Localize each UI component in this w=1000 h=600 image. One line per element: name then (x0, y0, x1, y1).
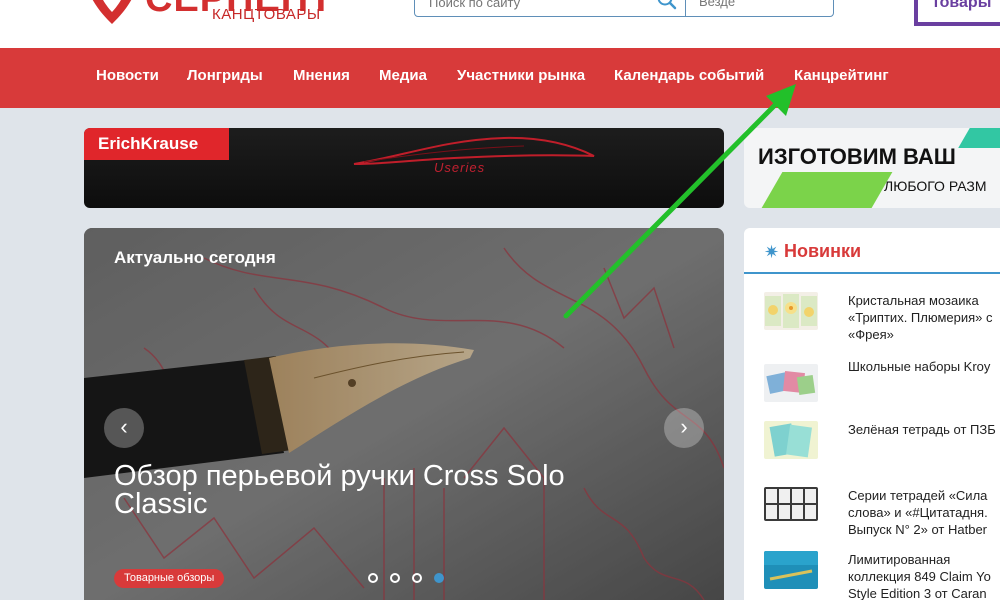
search-divider (685, 0, 686, 16)
nav-item-events-calendar[interactable]: Календарь событий (614, 67, 764, 84)
site-header: СЕРПЕНТ КАНЦТОВАРЫ Везде ▼ товары (0, 0, 1000, 48)
nav-item-media[interactable]: Медиа (379, 67, 427, 84)
ad-subtitle: ЛЮБОГО РАЗМ (884, 178, 987, 194)
news-item[interactable]: Лимитированная коллекция 849 Claim Yo St… (744, 551, 1000, 600)
news-item-title: Школьные наборы Kroy (848, 359, 991, 374)
thumb-green-notebook (764, 421, 818, 459)
news-item[interactable]: Школьные наборы Kroy (744, 358, 1000, 418)
ad-decor-shape (958, 128, 1000, 148)
search-input[interactable] (429, 0, 639, 15)
news-item-title: Серии тетрадей «Сила слова» и «#Цитатадн… (848, 488, 988, 537)
search-icon (657, 0, 677, 10)
chevron-right-icon: › (680, 414, 688, 439)
slider-dot[interactable] (368, 573, 378, 583)
slider-next-button[interactable]: › (664, 408, 704, 448)
ad-decor-shape (761, 172, 893, 208)
featured-slider[interactable]: Актуально сегодня ‹ › Обзор перьевой руч… (84, 228, 724, 600)
new-products-sidebar: ✷ Новинки Кристальная мозаика «Триптих. … (744, 228, 1000, 600)
news-item-title: Зелёная тетрадь от ПЗБ (848, 422, 996, 437)
slider-section-title: Актуально сегодня (114, 248, 276, 267)
slider-dot[interactable] (434, 573, 444, 583)
search-scope-value: Везде (699, 0, 736, 9)
nav-item-news[interactable]: Новости (96, 67, 159, 84)
erichkrause-series-label: Useries (434, 160, 486, 175)
main-nav: Новости Лонгриды Мнения Медиа Участники … (0, 48, 1000, 108)
erichkrause-logo: ErichKrause (84, 128, 229, 160)
news-item[interactable]: Кристальная мозаика «Триптих. Плюмерия» … (744, 292, 1000, 352)
nav-item-opinions[interactable]: Мнения (293, 67, 350, 84)
star-icon: ✷ (764, 242, 780, 262)
news-item-title: Лимитированная коллекция 849 Claim Yo St… (848, 552, 991, 600)
thumb-pen-collection (764, 551, 818, 589)
erichkrause-ad-banner[interactable]: ErichKrause Useries (84, 128, 724, 208)
chevron-left-icon: ‹ (120, 414, 128, 439)
thumb-notebook-series (764, 487, 818, 521)
news-item-title: Кристальная мозаика «Триптих. Плюмерия» … (848, 293, 993, 342)
corner-banner[interactable]: товары (914, 0, 1000, 26)
corner-banner-text: товары (932, 0, 992, 11)
search-button[interactable] (649, 0, 685, 15)
thumb-plumeria-mosaic (764, 292, 818, 330)
logo-subtitle: КАНЦТОВАРЫ (212, 6, 321, 23)
nav-item-rating[interactable]: Канцрейтинг (794, 67, 889, 84)
slide-category-badge[interactable]: Товарные обзоры (114, 569, 225, 588)
slider-prev-button[interactable]: ‹ (104, 408, 144, 448)
nav-item-longreads[interactable]: Лонгриды (187, 67, 263, 84)
news-item[interactable]: Зелёная тетрадь от ПЗБ (744, 421, 1000, 481)
slide-title[interactable]: Обзор перьевой ручки Cross Solo Classic (114, 462, 654, 519)
thumb-school-sets (764, 364, 818, 402)
slider-dot[interactable] (390, 573, 400, 583)
slide-image-fountain-pen (84, 228, 724, 600)
erichkrause-logo-text: ErichKrause (98, 134, 199, 153)
search-scope-select[interactable]: Везде ▼ (699, 0, 829, 15)
ad-title: ИЗГОТОВИМ ВАШ (758, 144, 956, 169)
news-item[interactable]: Серии тетрадей «Сила слова» и «#Цитатадн… (744, 487, 1000, 547)
nav-item-market-participants[interactable]: Участники рынка (457, 67, 585, 84)
search-bar: Везде ▼ (414, 0, 834, 17)
sidebar-title[interactable]: Новинки (784, 241, 861, 262)
logo-icon[interactable] (82, 0, 142, 26)
slider-dot[interactable] (412, 573, 422, 583)
print-ad-banner[interactable]: ИЗГОТОВИМ ВАШ ЛЮБОГО РАЗМ (744, 128, 1000, 208)
chevron-down-icon: ▼ (817, 0, 827, 2)
sidebar-title-underline (744, 272, 1000, 274)
